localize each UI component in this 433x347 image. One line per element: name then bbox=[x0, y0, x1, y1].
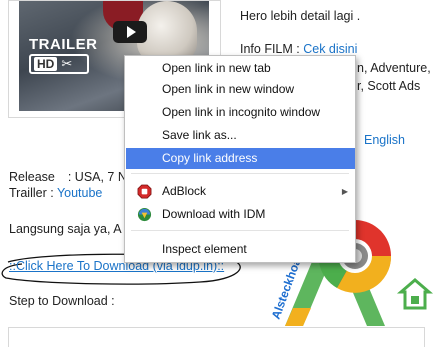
cast-text: r, Scott Ads bbox=[357, 79, 421, 93]
release-value: : USA, 7 N bbox=[67, 170, 127, 184]
step-text: Step to Download : bbox=[9, 294, 115, 308]
language-link[interactable]: English bbox=[364, 133, 405, 148]
menu-item-open-incognito[interactable]: Open link in incognito window bbox=[126, 102, 355, 123]
trailer-line: Trailler : Youtube bbox=[9, 186, 102, 200]
context-menu: Open link in new tab Open link in new wi… bbox=[124, 55, 356, 263]
hd-badge: HD ✂ bbox=[29, 54, 89, 74]
youtube-link[interactable]: Youtube bbox=[57, 186, 102, 200]
idm-icon bbox=[137, 207, 152, 222]
menu-separator bbox=[131, 230, 349, 231]
langsung-text: Langsung saja ya, A bbox=[9, 222, 122, 236]
play-icon[interactable] bbox=[113, 21, 147, 43]
genre-text: n, Adventure, bbox=[357, 61, 431, 75]
trailer-caption: TRAILER bbox=[29, 36, 98, 53]
trailer-label: Trailler bbox=[9, 186, 47, 200]
menu-item-save-link[interactable]: Save link as... bbox=[126, 125, 355, 146]
menu-item-inspect[interactable]: Inspect element bbox=[126, 239, 355, 260]
menu-item-adblock[interactable]: AdBlock ▶ bbox=[126, 181, 355, 202]
hd-label: HD bbox=[34, 57, 58, 71]
article-text: Hero lebih detail lagi . bbox=[240, 9, 361, 23]
menu-item-download-idm[interactable]: Download with IDM bbox=[126, 204, 355, 225]
menu-item-open-new-tab[interactable]: Open link in new tab bbox=[126, 58, 355, 79]
release-label: Release bbox=[9, 170, 55, 184]
menu-separator bbox=[131, 173, 349, 174]
info-film-link[interactable]: Cek disini bbox=[303, 42, 357, 56]
release-line: Release : USA, 7 N bbox=[9, 170, 127, 184]
scissors-icon: ✂ bbox=[61, 56, 73, 71]
info-film-label: Info FILM : bbox=[240, 42, 304, 56]
menu-item-label: Download with IDM bbox=[162, 207, 266, 221]
menu-item-label: AdBlock bbox=[162, 184, 207, 198]
submenu-arrow-icon: ▶ bbox=[341, 187, 348, 196]
adblock-icon bbox=[137, 184, 152, 199]
menu-item-copy-link[interactable]: Copy link address bbox=[126, 148, 355, 169]
trailer-colon: : bbox=[46, 186, 57, 200]
menu-item-open-new-window[interactable]: Open link in new window bbox=[126, 79, 355, 100]
